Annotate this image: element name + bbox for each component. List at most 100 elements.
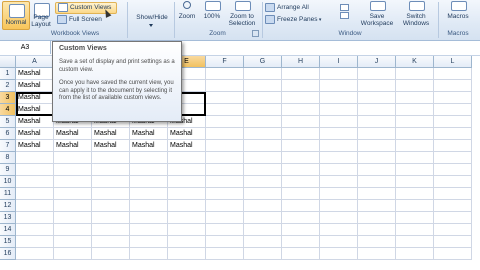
cell-h16[interactable] [282, 248, 320, 260]
window-small-buttons[interactable] [336, 4, 352, 24]
cell-f10[interactable] [206, 176, 244, 188]
row-header-13[interactable]: 13 [0, 212, 16, 224]
cell-b11[interactable] [54, 188, 92, 200]
cell-i16[interactable] [320, 248, 358, 260]
row-header-9[interactable]: 9 [0, 164, 16, 176]
cell-e13[interactable] [168, 212, 206, 224]
macros-button[interactable]: Macros [440, 1, 476, 28]
cell-a9[interactable] [16, 164, 54, 176]
cell-h4[interactable] [282, 104, 320, 116]
cell-j4[interactable] [358, 104, 396, 116]
cell-e10[interactable] [168, 176, 206, 188]
cell-c13[interactable] [92, 212, 130, 224]
cell-b8[interactable] [54, 152, 92, 164]
cell-h8[interactable] [282, 152, 320, 164]
cell-d11[interactable] [130, 188, 168, 200]
cell-f13[interactable] [206, 212, 244, 224]
cell-k7[interactable] [396, 140, 434, 152]
cell-g8[interactable] [244, 152, 282, 164]
cell-d15[interactable] [130, 236, 168, 248]
row-header-14[interactable]: 14 [0, 224, 16, 236]
cell-b13[interactable] [54, 212, 92, 224]
cell-b12[interactable] [54, 200, 92, 212]
cell-g1[interactable] [244, 68, 282, 80]
cell-k4[interactable] [396, 104, 434, 116]
cell-h11[interactable] [282, 188, 320, 200]
row-header-6[interactable]: 6 [0, 128, 16, 140]
cell-b16[interactable] [54, 248, 92, 260]
row-header-5[interactable]: 5 [0, 116, 16, 128]
cell-h13[interactable] [282, 212, 320, 224]
cell-j7[interactable] [358, 140, 396, 152]
cell-g2[interactable] [244, 80, 282, 92]
cell-l10[interactable] [434, 176, 472, 188]
cell-l12[interactable] [434, 200, 472, 212]
cell-l13[interactable] [434, 212, 472, 224]
row-header-4[interactable]: 4 [0, 104, 16, 116]
cell-g3[interactable] [244, 92, 282, 104]
cell-c8[interactable] [92, 152, 130, 164]
cell-i3[interactable] [320, 92, 358, 104]
cell-j13[interactable] [358, 212, 396, 224]
cell-g11[interactable] [244, 188, 282, 200]
cell-h15[interactable] [282, 236, 320, 248]
cell-h9[interactable] [282, 164, 320, 176]
cell-i4[interactable] [320, 104, 358, 116]
row-header-15[interactable]: 15 [0, 236, 16, 248]
cell-j11[interactable] [358, 188, 396, 200]
row-header-8[interactable]: 8 [0, 152, 16, 164]
cell-a10[interactable] [16, 176, 54, 188]
hide-icon[interactable] [340, 12, 349, 19]
column-header-l[interactable]: L [434, 56, 472, 68]
cell-d6[interactable]: Mashal [130, 128, 168, 140]
cell-l6[interactable] [434, 128, 472, 140]
cell-k1[interactable] [396, 68, 434, 80]
cell-f5[interactable] [206, 116, 244, 128]
cell-b10[interactable] [54, 176, 92, 188]
cell-e12[interactable] [168, 200, 206, 212]
row-header-3[interactable]: 3 [0, 92, 16, 104]
cell-f15[interactable] [206, 236, 244, 248]
cell-i2[interactable] [320, 80, 358, 92]
cell-a11[interactable] [16, 188, 54, 200]
cell-k16[interactable] [396, 248, 434, 260]
zoom-100-button[interactable]: 100% [201, 1, 223, 28]
column-header-h[interactable]: H [282, 56, 320, 68]
cell-k12[interactable] [396, 200, 434, 212]
cell-f4[interactable] [206, 104, 244, 116]
freeze-panes-button[interactable]: Freeze Panes ▾ [265, 15, 335, 25]
cell-a7[interactable]: Mashal [16, 140, 54, 152]
cell-k5[interactable] [396, 116, 434, 128]
cell-c10[interactable] [92, 176, 130, 188]
cell-l14[interactable] [434, 224, 472, 236]
cell-h14[interactable] [282, 224, 320, 236]
cell-j10[interactable] [358, 176, 396, 188]
column-header-f[interactable]: F [206, 56, 244, 68]
cell-h12[interactable] [282, 200, 320, 212]
cell-j6[interactable] [358, 128, 396, 140]
cell-g13[interactable] [244, 212, 282, 224]
column-header-g[interactable]: G [244, 56, 282, 68]
cell-l1[interactable] [434, 68, 472, 80]
cell-e16[interactable] [168, 248, 206, 260]
cell-e8[interactable] [168, 152, 206, 164]
cell-i15[interactable] [320, 236, 358, 248]
cell-h6[interactable] [282, 128, 320, 140]
page-layout-view-button[interactable]: Page Layout [30, 1, 52, 28]
cell-k13[interactable] [396, 212, 434, 224]
cell-d10[interactable] [130, 176, 168, 188]
cell-g12[interactable] [244, 200, 282, 212]
row-header-1[interactable]: 1 [0, 68, 16, 80]
cell-k14[interactable] [396, 224, 434, 236]
zoom-to-selection-button[interactable]: Zoom to Selection [225, 1, 259, 28]
cell-a12[interactable] [16, 200, 54, 212]
cell-a4[interactable]: Mashal [16, 104, 54, 116]
cell-k8[interactable] [396, 152, 434, 164]
cell-a15[interactable] [16, 236, 54, 248]
cell-d14[interactable] [130, 224, 168, 236]
save-workspace-button[interactable]: Save Workspace [358, 1, 396, 28]
cell-l8[interactable] [434, 152, 472, 164]
cell-a8[interactable] [16, 152, 54, 164]
cell-a2[interactable]: Mashal [16, 80, 54, 92]
name-box[interactable]: A3 [0, 41, 51, 54]
